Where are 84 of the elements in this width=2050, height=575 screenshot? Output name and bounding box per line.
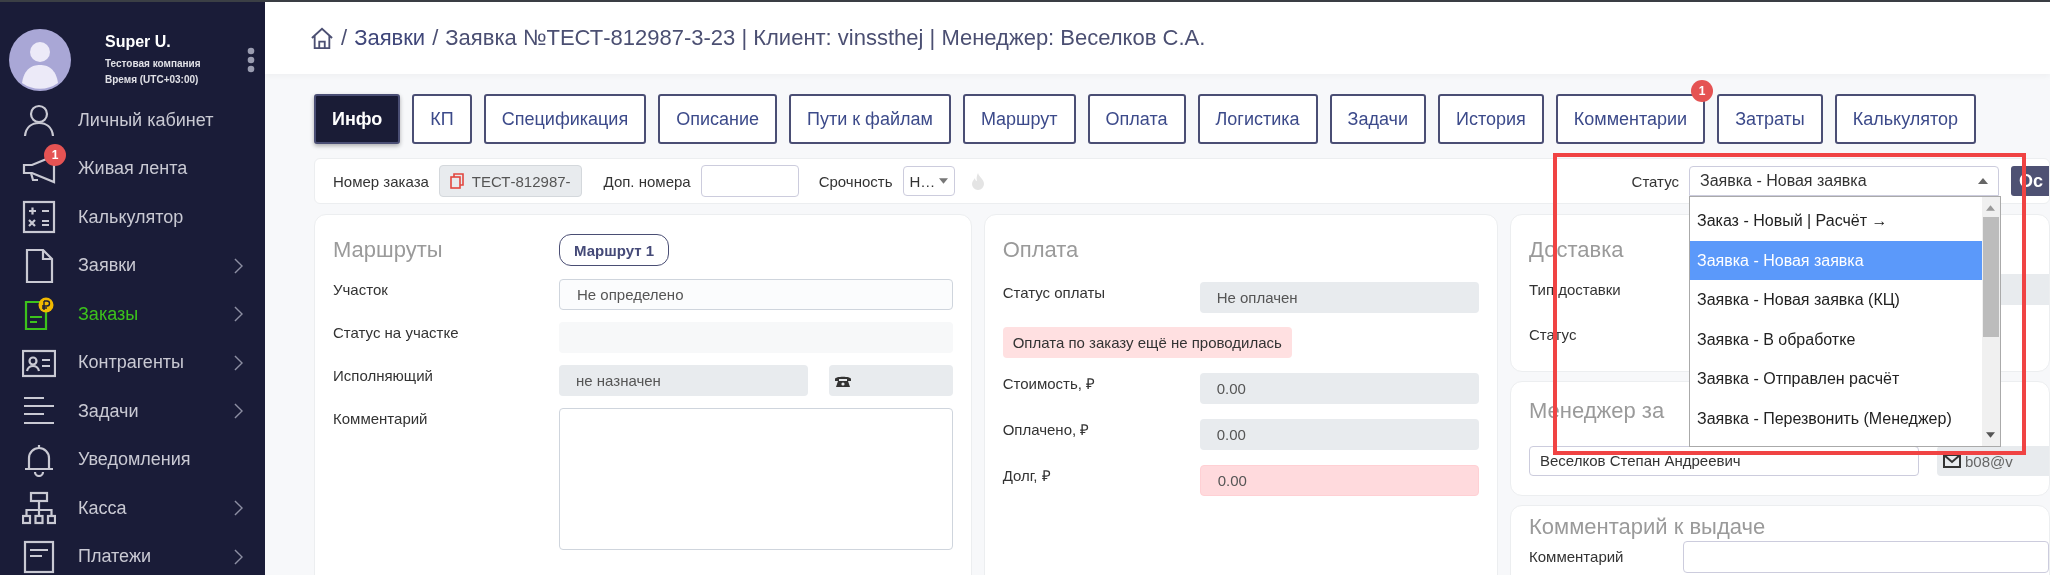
notification-badge: 1 (1691, 80, 1714, 102)
dropdown-option[interactable]: Заявка - Перезвонить (Менеджер) (1690, 398, 1982, 438)
home-icon[interactable] (310, 27, 334, 49)
sidebar-item[interactable]: Уведомления (0, 435, 265, 484)
tab[interactable]: Описание (658, 94, 777, 144)
person-icon (22, 103, 56, 138)
payment-status-field: Не оплачен (1199, 282, 1479, 313)
route-tab[interactable]: Маршрут 1 (559, 234, 670, 266)
field-label: Статус на участке (333, 323, 460, 343)
breadcrumb-link[interactable]: Заявки (354, 25, 426, 51)
receipt-icon (22, 539, 56, 574)
card-title: Маршруты (333, 236, 444, 264)
breadcrumb-separator: / (432, 25, 439, 51)
sidebar-item[interactable]: Заявки (0, 241, 265, 290)
section-input[interactable]: Не определено (559, 279, 953, 310)
tab[interactable]: Пути к файлам (789, 94, 951, 144)
tab[interactable]: Затраты (1717, 94, 1823, 144)
amount-field: 0.00 (1199, 419, 1479, 450)
field-label: Доп. номера (603, 172, 691, 190)
card-title: Оплата (1002, 236, 1080, 264)
tab[interactable]: Задачи (1329, 94, 1426, 144)
dropdown-option[interactable]: Заказ - Новый | Расчёт → (1690, 201, 1982, 241)
envelope-icon (1943, 454, 1961, 468)
tab[interactable]: Инфо (314, 94, 401, 144)
dropdown-option[interactable]: Заявка - В обработке (1690, 319, 1982, 359)
breadcrumb-separator: / (341, 25, 348, 51)
payment-notice: Оплата по заказу ещё не проводилась (1002, 327, 1292, 358)
tab[interactable]: Логистика (1197, 94, 1318, 144)
user-name: Super U. (105, 32, 172, 51)
card-title: Комментарий к выдаче (1529, 514, 1766, 539)
company-name: Тестовая компания (105, 56, 202, 71)
invoice-icon (22, 297, 56, 332)
notification-badge: 1 (44, 143, 66, 166)
scrollbar[interactable] (1982, 197, 2000, 446)
assignee-field: не назначен (559, 365, 808, 396)
caret-down-icon (939, 178, 949, 184)
flame-icon[interactable] (971, 172, 986, 190)
sidebar-item[interactable]: Платежи (0, 532, 265, 575)
tab[interactable]: Комментарии (1555, 94, 1706, 144)
sidebar-item[interactable]: Заказы (0, 290, 265, 339)
calculator-icon (22, 200, 56, 235)
dropdown-option[interactable]: Заявка - Новая заявка (КЦ) (1690, 280, 1982, 320)
caret-icon (1978, 178, 1988, 184)
tab[interactable]: Калькулятор (1834, 94, 1977, 144)
page-title: Заявка №ТЕСТ-812987-3-23 | Клиент: vinssthej | Менеджер: Веселков С.А. (445, 25, 1206, 51)
extra-numbers-input[interactable] (700, 165, 799, 197)
bell-icon (22, 442, 56, 477)
hierarchy-icon (22, 491, 56, 526)
sidebar-item[interactable]: Контрагенты (0, 338, 265, 387)
kebab-menu-icon[interactable] (247, 47, 255, 73)
field-label: Комментарий (333, 409, 429, 429)
sidebar-item[interactable]: Личный кабинет (0, 96, 265, 145)
copy-icon[interactable] (449, 173, 464, 189)
order-number-field[interactable]: ТЕСТ-812987- (438, 165, 582, 197)
field-label: Долг, ₽ (1002, 466, 1052, 486)
field-label: Тип доставки (1529, 279, 1621, 300)
timezone-text: Время (UTC+03:00) (105, 72, 200, 87)
sidebar-item[interactable]: 1 Живая лента (0, 144, 265, 193)
field-label: Стоимость, ₽ (1002, 374, 1097, 394)
amount-field: 0.00 (1199, 373, 1479, 404)
field-label: Оплачено, ₽ (1002, 420, 1091, 440)
tab[interactable]: Маршрут (962, 94, 1076, 144)
sidebar-item[interactable]: Касса (0, 484, 265, 533)
tab[interactable]: Оплата (1087, 94, 1186, 144)
urgency-select[interactable]: Н… (902, 166, 956, 196)
sidebar-item[interactable]: Задачи (0, 387, 265, 436)
scroll-down-icon[interactable] (1986, 432, 1996, 438)
field-label: Исполняющий (333, 366, 434, 386)
sidebar-item[interactable]: Калькулятор (0, 193, 265, 242)
tab[interactable]: История (1438, 94, 1544, 144)
avatar-icon (9, 29, 71, 91)
field-label: Комментарий (1529, 547, 1624, 567)
field-label: Участок (333, 280, 389, 300)
amount-field: 0.00 (1199, 465, 1479, 496)
manager-select[interactable]: Веселков Степан Андреевич (1529, 446, 1919, 476)
tab[interactable]: КП (412, 94, 472, 144)
field-label: Статус (1631, 172, 1679, 190)
field-label: Статус оплаты (1002, 283, 1107, 303)
comment-input[interactable] (1683, 541, 2049, 573)
tab[interactable]: Спецификация (483, 94, 647, 144)
status-select[interactable]: Заявка - Новая заявка (1689, 166, 1999, 196)
field-label: Номер заказа (333, 172, 429, 190)
dropdown-option[interactable]: Заявка - Отправлен расчёт (1690, 359, 1982, 399)
field-label: Срочность (818, 172, 893, 190)
